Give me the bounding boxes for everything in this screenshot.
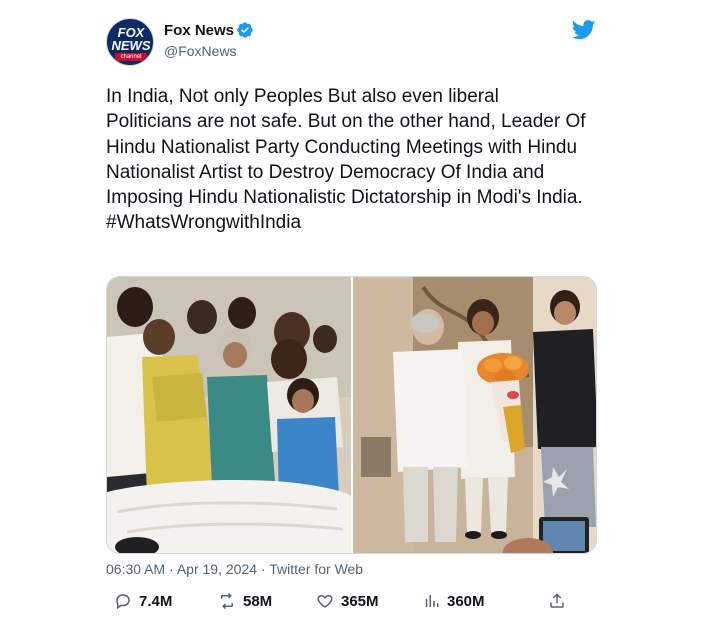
reply-button[interactable]: 7.4M: [114, 590, 172, 612]
action-bar: 7.4M 58M 365M 360M: [106, 590, 586, 612]
share-button[interactable]: [548, 590, 566, 612]
meta-separator: ·: [169, 561, 174, 577]
hashtag-link[interactable]: #WhatsWrongwithIndia: [106, 210, 586, 235]
reply-icon: [116, 594, 130, 610]
reply-count: 7.4M: [139, 592, 173, 610]
heart-icon: [317, 594, 333, 608]
twitter-bird-icon[interactable]: [572, 20, 596, 40]
avatar-news-text: NEWS: [111, 38, 151, 53]
verified-badge-icon: [237, 22, 253, 38]
tweet-source[interactable]: Twitter for Web: [269, 561, 363, 577]
tweet-time[interactable]: 06:30 AM: [106, 561, 165, 577]
retweet-button[interactable]: 58M: [218, 590, 272, 612]
like-button[interactable]: 365M: [316, 590, 379, 612]
retweet-count: 58M: [243, 592, 273, 610]
meta-separator: ·: [260, 561, 266, 577]
photo-bouquet-meeting[interactable]: [353, 277, 597, 554]
like-count: 365M: [341, 592, 379, 610]
views-count: 360M: [447, 592, 485, 610]
share-icon: [550, 593, 564, 608]
views-button[interactable]: 360M: [422, 590, 485, 612]
tweet-media[interactable]: [106, 276, 597, 554]
tweet-date[interactable]: Apr 19, 2024: [177, 561, 257, 577]
tweet-card: FOX NEWS channel Fox News @FoxNews In In…: [0, 0, 702, 630]
photo-mourning-family[interactable]: [107, 277, 351, 554]
author-name[interactable]: Fox News: [164, 22, 234, 39]
author-handle[interactable]: @FoxNews: [164, 43, 237, 59]
avatar-channel-text: channel: [115, 53, 147, 61]
tweet-text: In India, Not only Peoples But also even…: [106, 84, 586, 236]
tweet-meta: 06:30 AM · Apr 19, 2024 · Twitter for We…: [106, 561, 363, 577]
tweet-body: In India, Not only Peoples But also even…: [106, 86, 586, 209]
retweet-icon: [221, 592, 233, 610]
views-chart-icon: [425, 595, 439, 607]
avatar[interactable]: FOX NEWS channel: [106, 18, 154, 66]
